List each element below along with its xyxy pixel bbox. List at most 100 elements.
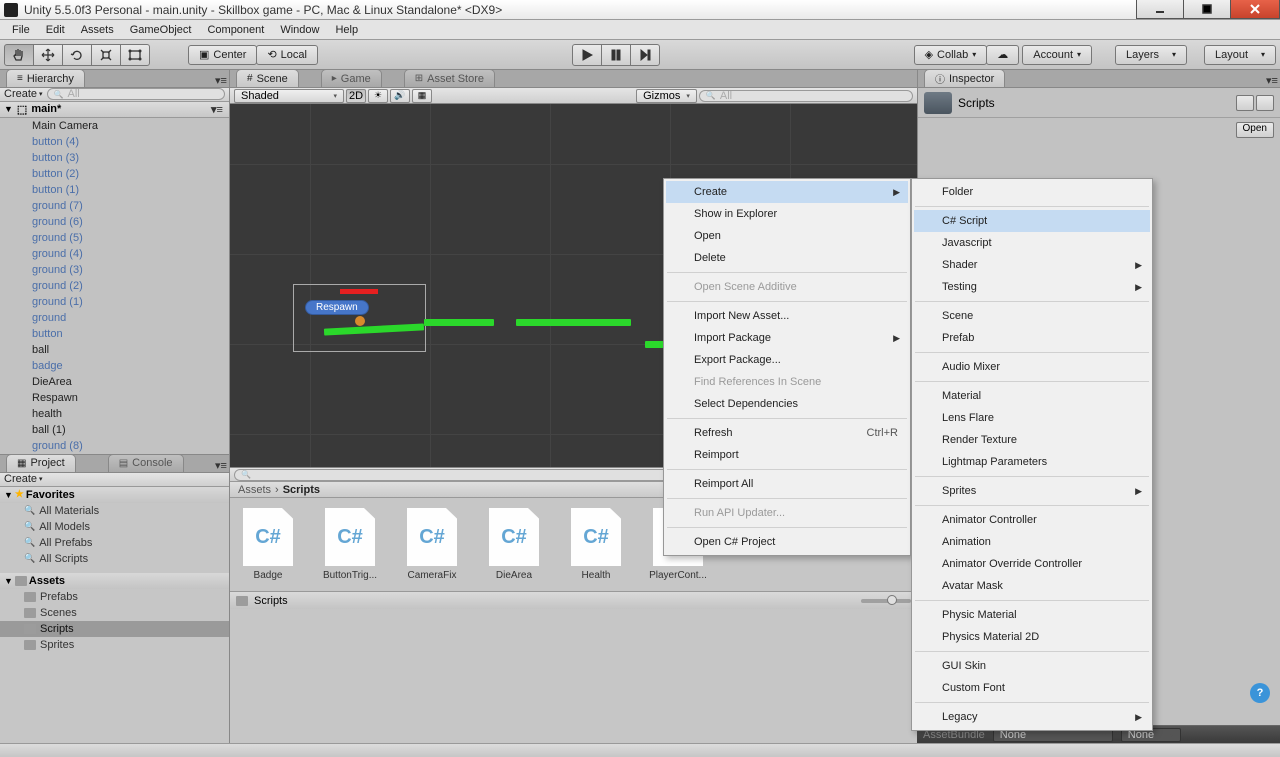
hierarchy-item[interactable]: health [0, 406, 229, 422]
context-menu-item[interactable]: Lightmap Parameters [914, 451, 1150, 473]
asset-item[interactable]: C#Health [564, 508, 628, 581]
gear-icon[interactable] [1256, 95, 1274, 111]
project-tab[interactable]: ▦Project [6, 454, 76, 472]
gizmos-dropdown[interactable]: Gizmos▾ [636, 89, 697, 103]
context-menu-item[interactable]: Select Dependencies [666, 393, 908, 415]
hierarchy-item[interactable]: ground (6) [0, 214, 229, 230]
context-menu-item[interactable]: Animator Override Controller [914, 553, 1150, 575]
audio-toggle[interactable]: 🔊 [390, 89, 410, 103]
close-button[interactable] [1230, 0, 1280, 19]
context-menu-item[interactable]: Reimport [666, 444, 908, 466]
play-button[interactable] [572, 44, 602, 66]
hierarchy-item[interactable]: ground (8) [0, 438, 229, 454]
favorite-item[interactable]: 🔍All Materials [0, 503, 229, 519]
asset-item[interactable]: C#CameraFix [400, 508, 464, 581]
context-menu-item[interactable]: Javascript [914, 232, 1150, 254]
favorite-item[interactable]: 🔍All Prefabs [0, 535, 229, 551]
context-menu-item[interactable]: Lens Flare [914, 407, 1150, 429]
game-tab[interactable]: ▸Game [321, 69, 382, 87]
context-menu-item[interactable]: Avatar Mask [914, 575, 1150, 597]
context-menu-item[interactable]: Export Package... [666, 349, 908, 371]
minimize-button[interactable] [1136, 0, 1184, 19]
context-menu-item[interactable]: Legacy▶ [914, 706, 1150, 728]
context-menu-item[interactable]: GUI Skin [914, 655, 1150, 677]
hierarchy-item[interactable]: button (3) [0, 150, 229, 166]
hierarchy-item[interactable]: button (1) [0, 182, 229, 198]
hierarchy-item[interactable]: ground (3) [0, 262, 229, 278]
hierarchy-item[interactable]: badge [0, 358, 229, 374]
context-menu-item[interactable]: Animation [914, 531, 1150, 553]
context-menu-item[interactable]: Open C# Project [666, 531, 908, 553]
fx-toggle[interactable]: ▦ [412, 89, 432, 103]
menu-help[interactable]: Help [327, 22, 366, 38]
hierarchy-create-button[interactable]: Create ▾ [4, 88, 43, 100]
open-button[interactable]: Open [1236, 122, 1274, 138]
folder-item[interactable]: Prefabs [0, 589, 229, 605]
hierarchy-item[interactable]: ground [0, 310, 229, 326]
scene-options-icon[interactable]: ▾≡ [209, 103, 225, 116]
favorites-header[interactable]: ▼★Favorites [0, 487, 229, 503]
move-tool[interactable] [33, 44, 63, 66]
context-menu-item[interactable]: Import Package▶ [666, 327, 908, 349]
context-menu-item[interactable]: Testing▶ [914, 276, 1150, 298]
context-menu-item[interactable]: Custom Font [914, 677, 1150, 699]
lighting-toggle[interactable]: ☀ [368, 89, 388, 103]
step-button[interactable] [630, 44, 660, 66]
asset-store-tab[interactable]: ⊞Asset Store [404, 69, 495, 87]
folder-item[interactable]: Scenes [0, 605, 229, 621]
hierarchy-item[interactable]: ball (1) [0, 422, 229, 438]
inspector-tab[interactable]: ⓘInspector [924, 69, 1005, 87]
collab-button[interactable]: ◈ Collab ▾ [914, 45, 988, 65]
context-menu-item[interactable]: Sprites▶ [914, 480, 1150, 502]
hierarchy-item[interactable]: button (2) [0, 166, 229, 182]
context-menu-item[interactable]: Render Texture [914, 429, 1150, 451]
icon-size-slider[interactable] [861, 599, 911, 603]
panel-options-icon[interactable]: ▾≡ [213, 459, 229, 472]
breadcrumb-current[interactable]: Scripts [283, 484, 320, 496]
scene-header[interactable]: ▼ ⬚ main* ▾≡ [0, 102, 229, 118]
scale-tool[interactable] [91, 44, 121, 66]
asset-item[interactable]: C#Badge [236, 508, 300, 581]
hierarchy-item[interactable]: ball [0, 342, 229, 358]
hierarchy-item[interactable]: ground (5) [0, 230, 229, 246]
favorite-item[interactable]: 🔍All Models [0, 519, 229, 535]
hierarchy-tab[interactable]: ≡Hierarchy [6, 69, 85, 87]
context-menu-item[interactable]: Import New Asset... [666, 305, 908, 327]
context-menu-item[interactable]: Reimport All [666, 473, 908, 495]
asset-item[interactable]: C#DieArea [482, 508, 546, 581]
hand-tool[interactable] [4, 44, 34, 66]
2d-toggle[interactable]: 2D [346, 89, 366, 103]
cloud-button[interactable]: ☁ [986, 45, 1019, 65]
hierarchy-item[interactable]: ground (4) [0, 246, 229, 262]
hierarchy-item[interactable]: Main Camera [0, 118, 229, 134]
layout-button[interactable]: Layout▾ [1204, 45, 1276, 65]
context-menu-item[interactable]: Create▶ [666, 181, 908, 203]
rotate-tool[interactable] [62, 44, 92, 66]
maximize-button[interactable] [1183, 0, 1231, 19]
context-menu-item[interactable]: Animator Controller [914, 509, 1150, 531]
breadcrumb-root[interactable]: Assets [238, 484, 271, 496]
rect-tool[interactable] [120, 44, 150, 66]
context-menu-item[interactable]: Delete [666, 247, 908, 269]
lock-icon[interactable] [1236, 95, 1254, 111]
hierarchy-item[interactable]: ground (7) [0, 198, 229, 214]
context-menu-item[interactable]: Scene [914, 305, 1150, 327]
menu-assets[interactable]: Assets [73, 22, 122, 38]
hierarchy-item[interactable]: Respawn [0, 390, 229, 406]
menu-window[interactable]: Window [272, 22, 327, 38]
scene-search-input[interactable]: All [699, 90, 913, 102]
context-menu-item[interactable]: Prefab [914, 327, 1150, 349]
menu-component[interactable]: Component [199, 22, 272, 38]
pivot-local-button[interactable]: ⟲ Local [256, 45, 318, 65]
hierarchy-item[interactable]: ground (2) [0, 278, 229, 294]
hierarchy-item[interactable]: button [0, 326, 229, 342]
context-menu-item[interactable]: Physics Material 2D [914, 626, 1150, 648]
context-menu-item[interactable]: C# Script [914, 210, 1150, 232]
context-menu-item[interactable]: RefreshCtrl+R [666, 422, 908, 444]
menu-edit[interactable]: Edit [38, 22, 73, 38]
context-menu-item[interactable]: Physic Material [914, 604, 1150, 626]
context-menu-item[interactable]: Folder [914, 181, 1150, 203]
context-menu-item[interactable]: Open [666, 225, 908, 247]
layers-button[interactable]: Layers▾ [1115, 45, 1187, 65]
asset-item[interactable]: C#ButtonTrig... [318, 508, 382, 581]
